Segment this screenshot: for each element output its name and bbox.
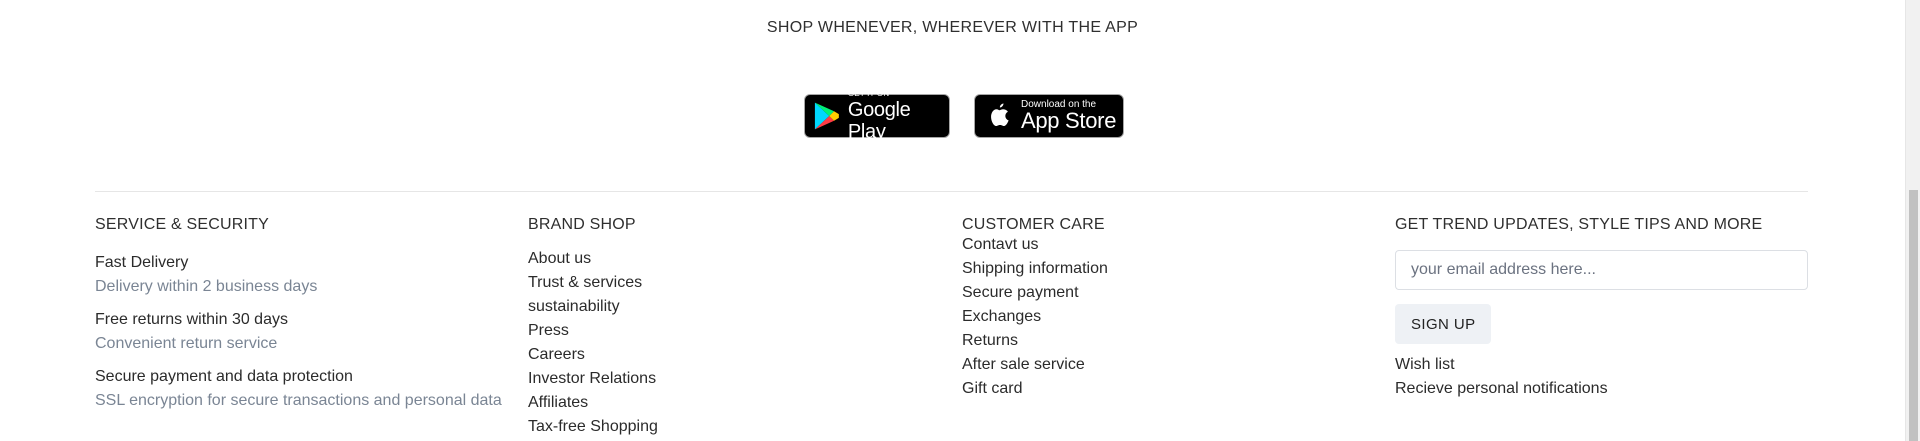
footer-link-careers[interactable]: Careers <box>528 343 658 367</box>
scrollbar-thumb[interactable] <box>1909 190 1918 441</box>
footer-link-contact-us[interactable]: Contavt us <box>962 233 1108 257</box>
email-input[interactable] <box>1395 250 1808 290</box>
app-badges: GET IT ON Google Play Download on the Ap… <box>804 89 1124 143</box>
footer-link-secure-payment[interactable]: Secure payment <box>962 281 1108 305</box>
google-play-icon <box>814 102 839 130</box>
newsletter-links: Wish list Recieve personal notifications <box>1395 353 1808 401</box>
service-item-title: Free returns within 30 days <box>95 311 288 328</box>
customer-care-column: CUSTOMER CARE Contavt us Shipping inform… <box>962 215 1108 401</box>
footer-link-exchanges[interactable]: Exchanges <box>962 305 1108 329</box>
footer-link-personal-notifications[interactable]: Recieve personal notifications <box>1395 377 1808 401</box>
footer-link-wish-list[interactable]: Wish list <box>1395 353 1808 377</box>
footer-link-tax-free-shopping[interactable]: Tax-free Shopping <box>528 415 658 439</box>
customer-care-title: CUSTOMER CARE <box>962 216 1105 233</box>
footer-link-after-sale-service[interactable]: After sale service <box>962 353 1108 377</box>
service-security-column: SERVICE & SECURITY Fast Delivery Deliver… <box>95 215 502 413</box>
footer-link-gift-card[interactable]: Gift card <box>962 377 1108 401</box>
footer-link-sustainability[interactable]: sustainability <box>528 295 658 319</box>
brand-shop-links: About us Trust & services sustainability… <box>528 247 658 439</box>
service-item-title: Secure payment and data protection <box>95 368 353 385</box>
customer-care-links: Contavt us Shipping information Secure p… <box>962 233 1108 401</box>
service-item-subtitle: Convenient return service <box>95 335 278 352</box>
newsletter-column: GET TREND UPDATES, STYLE TIPS AND MORE S… <box>1395 215 1808 401</box>
footer-link-investor-relations[interactable]: Investor Relations <box>528 367 658 391</box>
service-item-subtitle: SSL encryption for secure transactions a… <box>95 392 502 409</box>
app-store-big-text: App Store <box>1021 108 1117 133</box>
footer-link-returns[interactable]: Returns <box>962 329 1108 353</box>
google-play-big-text: Google Play <box>847 99 911 143</box>
page-scrollbar[interactable] <box>1905 0 1920 441</box>
brand-shop-column: BRAND SHOP About us Trust & services sus… <box>528 215 658 439</box>
apple-icon <box>991 103 1009 126</box>
newsletter-title: GET TREND UPDATES, STYLE TIPS AND MORE <box>1395 216 1763 233</box>
google-play-badge[interactable]: GET IT ON Google Play <box>804 89 950 143</box>
service-item-subtitle: Delivery within 2 business days <box>95 278 318 295</box>
footer-link-affiliates[interactable]: Affiliates <box>528 391 658 415</box>
footer-link-trust-services[interactable]: Trust & services <box>528 271 658 295</box>
app-promo-heading: SHOP WHENEVER, WHEREVER WITH THE APP <box>766 19 1139 36</box>
service-item: Secure payment and data protection SSL e… <box>95 365 502 413</box>
service-item-title: Fast Delivery <box>95 254 189 271</box>
brand-shop-title: BRAND SHOP <box>528 216 636 233</box>
footer-divider <box>95 191 1808 192</box>
sign-up-button[interactable]: SIGN UP <box>1395 304 1492 344</box>
service-security-title: SERVICE & SECURITY <box>95 216 270 233</box>
app-store-badge[interactable]: Download on the App Store <box>974 94 1124 138</box>
service-item: Free returns within 30 days Convenient r… <box>95 308 502 356</box>
service-item: Fast Delivery Delivery within 2 business… <box>95 251 502 299</box>
footer-link-press[interactable]: Press <box>528 319 658 343</box>
footer-link-about-us[interactable]: About us <box>528 247 658 271</box>
footer-link-shipping-information[interactable]: Shipping information <box>962 257 1108 281</box>
google-play-small-text: GET IT ON <box>847 89 890 98</box>
